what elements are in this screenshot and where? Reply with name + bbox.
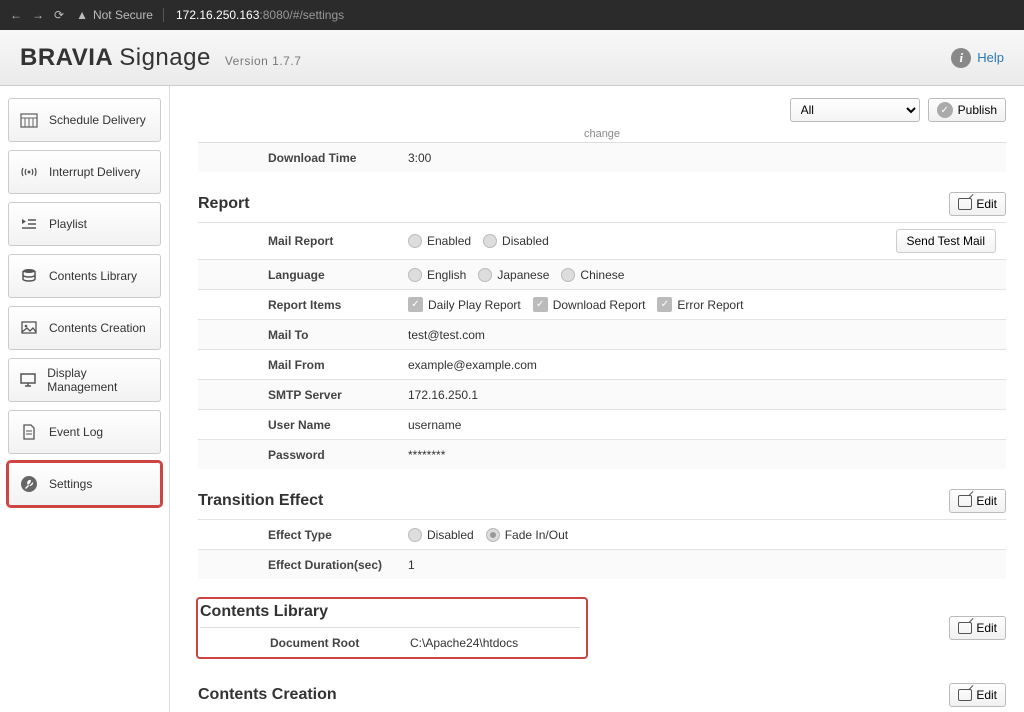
sidebar-item-contents-library[interactable]: Contents Library	[8, 254, 161, 298]
label-username: User Name	[198, 412, 398, 438]
security-indicator[interactable]: ▲ Not Secure	[76, 8, 164, 22]
edit-contents-creation-button[interactable]: Edit	[949, 683, 1006, 707]
document-icon	[19, 422, 39, 442]
check-daily-play[interactable]: ✓Daily Play Report	[408, 297, 521, 312]
image-icon	[19, 318, 39, 338]
sidebar-item-display-management[interactable]: Display Management	[8, 358, 161, 402]
edit-report-button[interactable]: Edit	[949, 192, 1006, 216]
sidebar-item-event-log[interactable]: Event Log	[8, 410, 161, 454]
brand: BRAVIA Signage Version 1.7.7	[20, 44, 301, 72]
radio-english[interactable]: English	[408, 268, 466, 282]
highlight-contents-library: Contents Library Document Root C:\Apache…	[198, 599, 586, 657]
security-text: Not Secure	[93, 8, 153, 22]
sidebar-item-schedule-delivery[interactable]: Schedule Delivery	[8, 98, 161, 142]
brand-main: BRAVIA	[20, 44, 113, 72]
value-document-root: C:\Apache24\htdocs	[400, 630, 580, 656]
sidebar-item-label: Interrupt Delivery	[49, 165, 140, 179]
sidebar-item-settings[interactable]: Settings	[8, 462, 161, 506]
sidebar-item-interrupt-delivery[interactable]: Interrupt Delivery	[8, 150, 161, 194]
section-title-contents-creation: Contents Creation	[198, 686, 337, 704]
forward-icon[interactable]: →	[32, 8, 44, 22]
radio-enabled[interactable]: Enabled	[408, 234, 471, 248]
playlist-icon	[19, 214, 39, 234]
edit-transition-button[interactable]: Edit	[949, 489, 1006, 513]
edit-contents-library-button[interactable]: Edit	[949, 616, 1006, 640]
value-mail-from: example@example.com	[398, 352, 1006, 378]
back-icon[interactable]: ←	[10, 8, 22, 22]
sidebar-item-label: Schedule Delivery	[49, 113, 146, 127]
group-top: Download Time 3:00	[198, 142, 1006, 172]
send-test-mail-button[interactable]: Send Test Mail	[896, 229, 997, 253]
radio-disabled[interactable]: Disabled	[483, 234, 549, 248]
section-title-transition: Transition Effect	[198, 492, 323, 510]
value-username: username	[398, 412, 1006, 438]
label-language: Language	[198, 262, 398, 288]
check-error-report[interactable]: ✓Error Report	[657, 297, 743, 312]
radio-effect-disabled[interactable]: Disabled	[408, 528, 474, 542]
edit-icon	[958, 622, 972, 634]
wrench-icon	[19, 474, 39, 494]
publish-label: Publish	[958, 103, 997, 117]
sidebar-item-label: Playlist	[49, 217, 87, 231]
monitor-icon	[19, 370, 37, 390]
label-smtp-server: SMTP Server	[198, 382, 398, 408]
label-password: Password	[198, 442, 398, 468]
sidebar-item-label: Event Log	[49, 425, 103, 439]
value-mail-to: test@test.com	[398, 322, 1006, 348]
radio-japanese[interactable]: Japanese	[478, 268, 549, 282]
warning-icon: ▲	[76, 8, 88, 22]
app-header: BRAVIA Signage Version 1.7.7 i Help	[0, 30, 1024, 86]
label-mail-to: Mail To	[198, 322, 398, 348]
sidebar-item-label: Contents Library	[49, 269, 137, 283]
url-path: :8080/#/settings	[259, 8, 344, 22]
label-effect-type: Effect Type	[198, 522, 398, 548]
main-content: All ✓ Publish change Download Time 3:00 …	[170, 86, 1024, 712]
filter-select[interactable]: All	[790, 98, 920, 122]
section-title-report: Report	[198, 195, 250, 213]
section-contents-creation: Contents Creation Edit Menu Tab Show Hid…	[198, 677, 1006, 712]
section-contents-library: Contents Library Document Root C:\Apache…	[198, 593, 1006, 663]
publish-button[interactable]: ✓ Publish	[928, 98, 1006, 122]
section-report: Report Edit Mail Report Enabled Disabled…	[198, 186, 1006, 469]
section-transition: Transition Effect Edit Effect Type Disab…	[198, 483, 1006, 579]
sidebar-item-label: Settings	[49, 477, 92, 491]
antenna-icon	[19, 162, 39, 182]
edit-icon	[958, 495, 972, 507]
value-effect-duration: 1	[398, 552, 1006, 578]
label-report-items: Report Items	[198, 292, 398, 318]
label-mail-from: Mail From	[198, 352, 398, 378]
browser-bar: ← → ⟳ ▲ Not Secure 172.16.250.163:8080/#…	[0, 0, 1024, 30]
check-circle-icon: ✓	[937, 102, 953, 118]
edit-icon	[958, 689, 972, 701]
help-link[interactable]: Help	[977, 50, 1004, 65]
info-icon[interactable]: i	[951, 48, 971, 68]
label-download-time: Download Time	[198, 145, 398, 171]
toolbar: All ✓ Publish	[198, 98, 1006, 122]
sidebar-item-contents-creation[interactable]: Contents Creation	[8, 306, 161, 350]
label-mail-report: Mail Report	[198, 228, 398, 254]
brand-sub: Signage	[119, 44, 211, 72]
remnant-text: change	[198, 128, 1006, 140]
value-smtp-server: 172.16.250.1	[398, 382, 1006, 408]
database-icon	[19, 266, 39, 286]
sidebar-item-label: Contents Creation	[49, 321, 146, 335]
url-host: 172.16.250.163	[176, 8, 259, 22]
value-password: ********	[398, 442, 1006, 468]
label-effect-duration: Effect Duration(sec)	[198, 552, 398, 578]
label-document-root: Document Root	[200, 630, 400, 656]
sidebar-item-playlist[interactable]: Playlist	[8, 202, 161, 246]
value-download-time: 3:00	[398, 145, 1006, 171]
version-text: Version 1.7.7	[225, 54, 302, 68]
reload-icon[interactable]: ⟳	[54, 8, 64, 22]
radio-chinese[interactable]: Chinese	[561, 268, 624, 282]
calendar-icon	[19, 110, 39, 130]
radio-effect-fade[interactable]: Fade In/Out	[486, 528, 568, 542]
address-bar[interactable]: 172.16.250.163:8080/#/settings	[176, 8, 344, 22]
sidebar-item-label: Display Management	[47, 366, 150, 394]
sidebar: Schedule Delivery Interrupt Delivery Pla…	[0, 86, 170, 712]
check-download-report[interactable]: ✓Download Report	[533, 297, 646, 312]
edit-icon	[958, 198, 972, 210]
section-title-contents-library: Contents Library	[200, 603, 580, 621]
